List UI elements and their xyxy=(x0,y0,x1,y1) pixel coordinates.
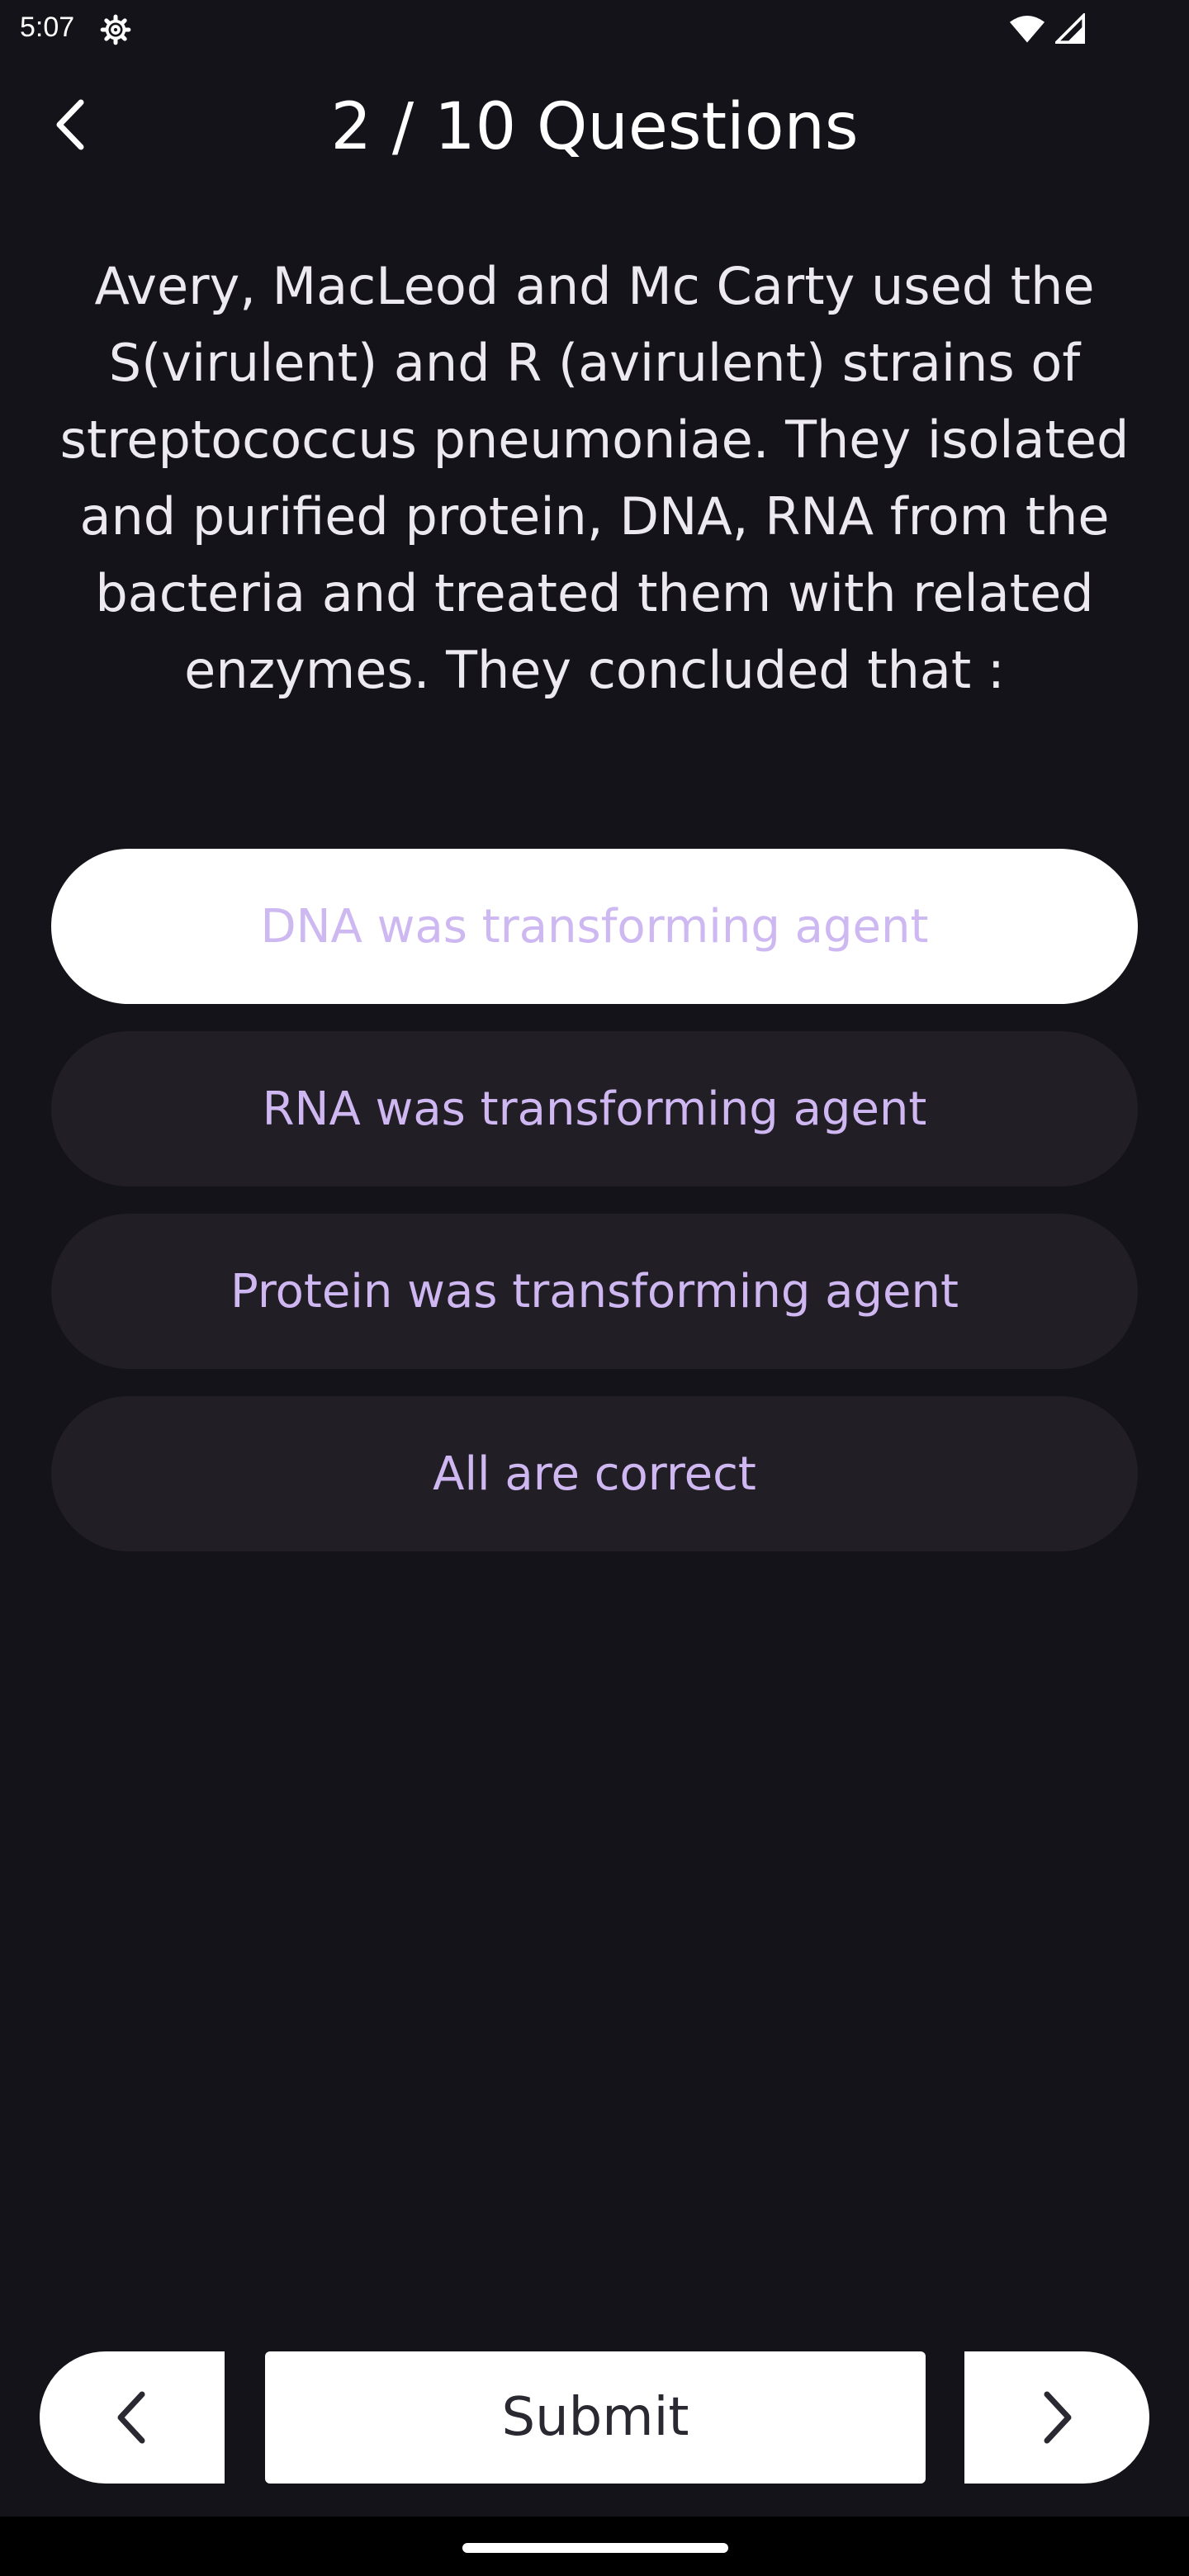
page-title: 2 / 10 Questions xyxy=(330,90,859,164)
wifi-icon xyxy=(1009,15,1045,43)
chevron-right-icon xyxy=(1044,2391,1072,2444)
status-time: 5:07 xyxy=(20,12,75,43)
next-question-button[interactable] xyxy=(964,2351,1149,2484)
option-1[interactable]: DNA was transforming agent xyxy=(51,849,1138,1004)
option-label: Protein was transforming agent xyxy=(230,1264,959,1319)
option-2[interactable]: RNA was transforming agent xyxy=(51,1031,1138,1186)
option-4[interactable]: All are correct xyxy=(51,1396,1138,1551)
previous-question-button[interactable] xyxy=(40,2351,225,2484)
option-3[interactable]: Protein was transforming agent xyxy=(51,1214,1138,1369)
top-bar: 2 / 10 Questions xyxy=(0,76,1189,175)
option-label: DNA was transforming agent xyxy=(260,899,929,954)
bottom-navigation: Submit xyxy=(0,2351,1189,2485)
question-text: Avery, MacLeod and Mc Carty used the S(v… xyxy=(59,256,1130,700)
gear-icon xyxy=(100,14,131,45)
answer-options: DNA was transforming agent RNA was trans… xyxy=(51,849,1138,1579)
submit-button[interactable]: Submit xyxy=(265,2351,926,2484)
status-bar: 5:07 xyxy=(0,0,1189,59)
option-label: All are correct xyxy=(433,1447,756,1501)
signal-icon xyxy=(1055,13,1085,44)
chevron-left-icon xyxy=(117,2391,145,2444)
option-label: RNA was transforming agent xyxy=(262,1082,927,1136)
home-indicator[interactable] xyxy=(462,2543,728,2553)
gesture-bar xyxy=(0,2517,1189,2576)
